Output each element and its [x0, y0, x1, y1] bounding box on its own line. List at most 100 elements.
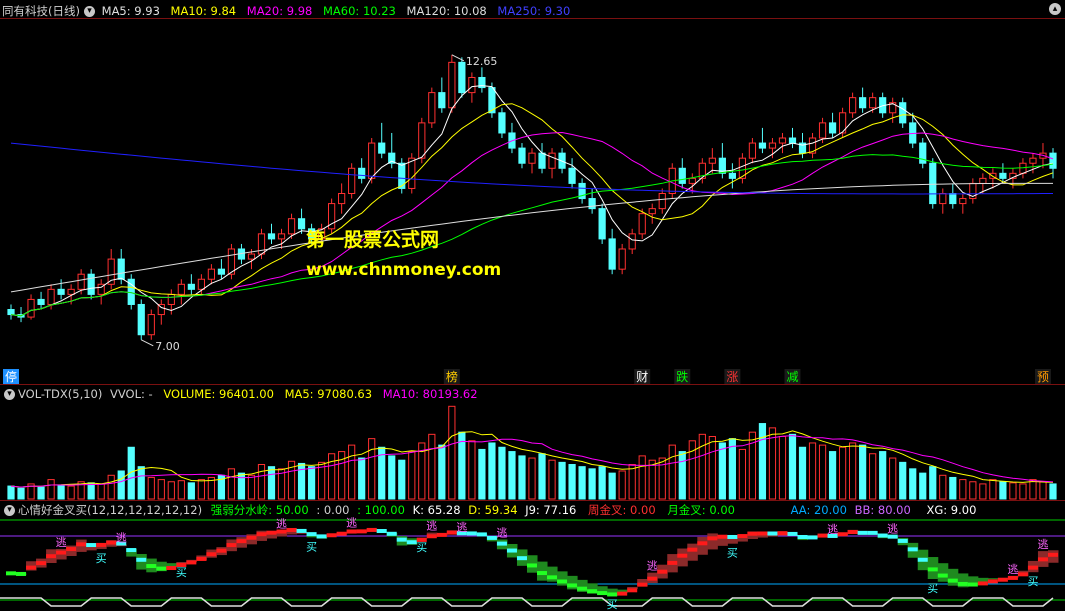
candle-body: [638, 213, 646, 235]
indicator-step: [466, 531, 477, 536]
volume-bar: [598, 466, 606, 500]
candle-body: [658, 193, 666, 210]
indicator-step: [597, 591, 608, 596]
low-price-label: 7.00: [155, 340, 180, 353]
indicator-step: [406, 540, 417, 545]
indicator-step: [1007, 575, 1018, 580]
signal-text: 涨: [726, 369, 738, 384]
candle-body: [187, 283, 195, 290]
candle-body: [869, 97, 877, 109]
indicator-buy-mark: 买: [1027, 575, 1038, 588]
candle-body: [768, 142, 777, 149]
indicator-step: [637, 582, 648, 587]
vvol-label: VVOL: -: [110, 387, 153, 401]
candle-body: [338, 193, 346, 205]
indicator-sell-mark: 逃: [56, 536, 67, 549]
volume-bar: [167, 481, 175, 500]
volume-bar: [979, 483, 987, 500]
indicator-step: [396, 537, 407, 542]
indicator-step: [657, 569, 668, 574]
indicator-step: [717, 534, 728, 539]
volume-bar: [869, 453, 877, 500]
volume-bar: [177, 480, 185, 500]
volume-bar: [849, 442, 857, 500]
indicator-buy-mark: 买: [727, 547, 738, 560]
volume-bar: [548, 459, 556, 500]
volume-bar: [1049, 483, 1057, 500]
ma120-value: 10.08: [453, 4, 487, 18]
volume-bar: [879, 451, 887, 500]
candle-body: [348, 167, 356, 195]
indicator-step: [627, 588, 638, 593]
indicator-step: [76, 542, 87, 547]
volume-bar: [67, 485, 75, 500]
volume-bar: [568, 464, 576, 500]
signal-text: 减: [786, 370, 798, 384]
indicator-step: [617, 591, 628, 596]
volume-bar: [618, 470, 626, 500]
chart-title: 同有科技(日线): [2, 4, 80, 18]
indicator-sell-mark: 逃: [1037, 538, 1048, 551]
panel-menu-icon[interactable]: ▾: [83, 6, 95, 17]
candle-body: [267, 233, 276, 240]
indicator-step: [767, 531, 778, 536]
volume-bar: [388, 455, 396, 500]
volume-bar: [468, 440, 476, 500]
indicator-step: [166, 566, 177, 571]
volume-bar: [959, 479, 967, 500]
volume-bar: [728, 438, 736, 500]
indicator-step: [226, 543, 237, 548]
indicator-step: [316, 534, 327, 539]
indicator-week-cross-label: 周金叉: 0.00: [588, 503, 656, 517]
ma10-value: 9.84: [210, 4, 237, 18]
candle-body: [568, 167, 576, 184]
indicator-step: [306, 532, 317, 537]
candle-body: [27, 298, 35, 318]
volume-bar: [798, 446, 807, 500]
indicator-menu-icon[interactable]: ▾: [4, 505, 15, 516]
indicator-step: [86, 543, 97, 548]
volume-bar: [929, 466, 937, 500]
indicator-step: [6, 571, 17, 576]
indicator-step: [186, 560, 197, 565]
candle-body: [929, 162, 937, 205]
volume-bar: [137, 466, 145, 500]
indicator-d-label: D: 59.34: [468, 503, 518, 517]
indicator-step: [236, 539, 247, 544]
candle-body: [708, 157, 716, 164]
volume-bar: [47, 479, 55, 500]
indicator-buy-mark: 买: [607, 598, 618, 611]
candle-body: [207, 268, 215, 280]
signal-text: 跌: [676, 369, 688, 384]
indicator-step: [777, 531, 788, 536]
indicator-sell-mark: 逃: [1007, 563, 1018, 576]
indicator-step: [697, 541, 708, 546]
candle-body: [87, 273, 95, 295]
stock-chart[interactable]: 12.657.00停榜财跌涨减预逃 逃逃逃逃逃逃逃逃 逃逃逃买买买 买买买买买: [0, 0, 1065, 611]
candle-body: [498, 112, 506, 134]
volume-menu-icon[interactable]: ▾: [4, 389, 15, 400]
candle-body: [117, 258, 125, 280]
volume-bar: [368, 438, 376, 500]
indicator-step: [567, 583, 578, 588]
indicator-pulse-line: [0, 597, 1054, 607]
indicator-step: [797, 534, 808, 539]
expand-icon[interactable]: ▴: [1049, 3, 1061, 15]
indicator-step: [587, 589, 598, 594]
candle-body: [778, 137, 787, 144]
volume-bar: [478, 448, 486, 500]
candle-body: [177, 283, 185, 295]
candle-body: [598, 208, 606, 240]
indicator-step: [366, 527, 377, 532]
ma5-line: [10, 85, 1054, 317]
indicator-step: [436, 532, 447, 537]
volume-bar: [919, 472, 927, 500]
indicator-step: [516, 556, 527, 561]
candle-body: [167, 293, 175, 305]
indicator-step: [727, 534, 738, 539]
candle-body: [959, 198, 967, 205]
volume-bar: [939, 474, 947, 500]
volume-label: VOLUME: 96401.00: [163, 387, 274, 401]
indicator-sell-mark: 逃: [426, 520, 437, 533]
candle-body: [979, 177, 987, 184]
